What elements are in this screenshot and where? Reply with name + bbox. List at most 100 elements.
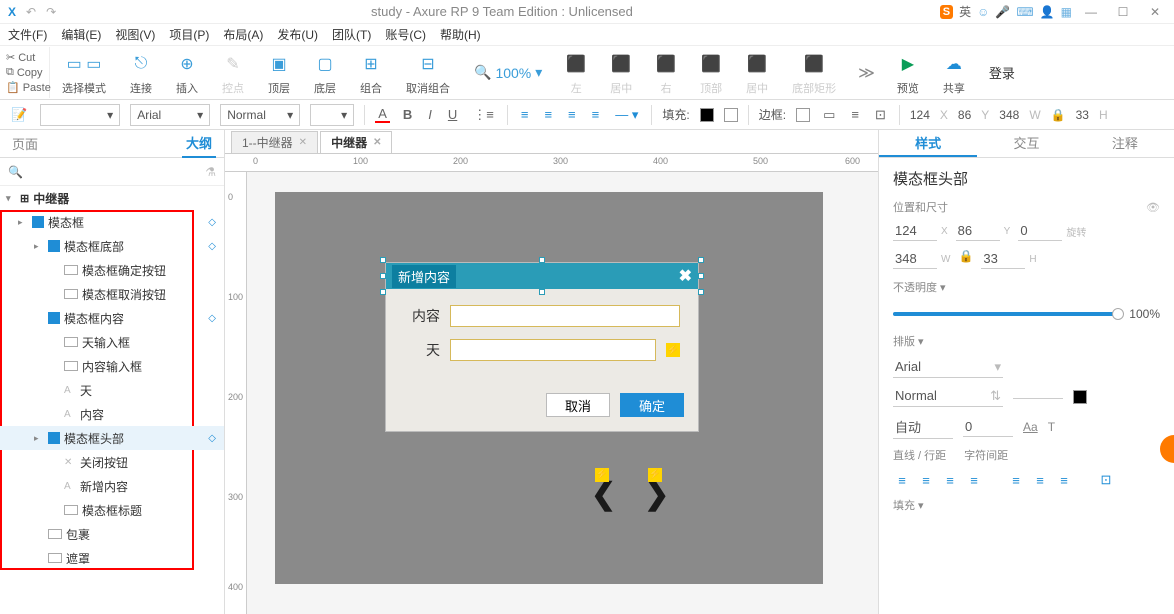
ribbon-more-icon[interactable]: ≫: [848, 63, 885, 83]
menu-edit[interactable]: 编辑(E): [61, 26, 101, 43]
ta-left-icon[interactable]: ≡: [893, 473, 911, 487]
modal-close-icon[interactable]: ✖: [679, 266, 692, 286]
outline-item[interactable]: 模态框取消按钮: [0, 282, 224, 306]
outline-item[interactable]: ▸模态框头部◇: [0, 426, 224, 450]
send-back-icon[interactable]: ▢: [317, 50, 332, 78]
undo-icon[interactable]: ↶: [26, 5, 36, 19]
visibility-icon[interactable]: 👁: [1146, 201, 1160, 214]
outline-item[interactable]: 模态框确定按钮: [0, 258, 224, 282]
ta-justify-icon[interactable]: ≡: [965, 473, 983, 487]
share-icon[interactable]: ☁: [946, 50, 962, 78]
insert-icon[interactable]: ⊕: [180, 50, 193, 78]
outline-item[interactable]: 天输入框: [0, 330, 224, 354]
group-icon[interactable]: ⊞: [364, 50, 377, 78]
ime-apps-icon[interactable]: ▦: [1061, 5, 1072, 19]
outline-search-input[interactable]: [31, 165, 197, 179]
modal-header[interactable]: 新增内容 ✖: [386, 263, 698, 289]
outline-root[interactable]: ▾⊞ 中继器: [0, 186, 224, 210]
ime-emoji-icon[interactable]: ☺: [977, 5, 989, 19]
ta-right-icon[interactable]: ≡: [941, 473, 959, 487]
border-width-icon[interactable]: ▭: [820, 107, 838, 123]
menu-project[interactable]: 项目(P): [169, 26, 209, 43]
outline-item[interactable]: 遮罩: [0, 546, 224, 570]
ok-button[interactable]: 确定: [620, 393, 684, 417]
border-swatch[interactable]: [796, 108, 810, 122]
lock-aspect-icon[interactable]: 🔒: [958, 249, 973, 269]
align-tr-icon[interactable]: ≡: [565, 107, 579, 122]
close-tab-icon[interactable]: ✕: [373, 137, 381, 148]
underline-icon[interactable]: U: [445, 107, 460, 122]
tab-interaction[interactable]: 交互: [977, 130, 1075, 157]
prop-rot[interactable]: 0: [1018, 221, 1062, 241]
tab-outline[interactable]: 大纲: [182, 129, 216, 158]
text-case-icon[interactable]: Aa: [1023, 420, 1038, 434]
font-size-select[interactable]: [1013, 394, 1063, 399]
maximize-button[interactable]: ☐: [1110, 3, 1136, 21]
close-window-button[interactable]: ✕: [1142, 3, 1168, 21]
tab-notes[interactable]: 注释: [1076, 130, 1174, 157]
outline-item[interactable]: ✕关闭按钮: [0, 450, 224, 474]
menu-account[interactable]: 账号(C): [385, 26, 426, 43]
bring-front-icon[interactable]: ▣: [271, 50, 286, 78]
font-color-icon[interactable]: A: [375, 106, 390, 123]
prop-x[interactable]: 124: [893, 221, 937, 241]
border-style-icon[interactable]: ≡: [848, 107, 862, 122]
fill-swatch[interactable]: [700, 108, 714, 122]
outline-item[interactable]: 内容输入框: [0, 354, 224, 378]
outline-item[interactable]: ▸模态框底部◇: [0, 234, 224, 258]
content-input[interactable]: [450, 305, 680, 327]
preview-icon[interactable]: ▶: [902, 50, 914, 78]
menu-file[interactable]: 文件(F): [8, 26, 47, 43]
filter-icon[interactable]: ⚗: [205, 165, 216, 179]
bold-icon[interactable]: B: [400, 107, 415, 122]
menu-help[interactable]: 帮助(H): [440, 26, 481, 43]
outline-item[interactable]: A新增内容: [0, 474, 224, 498]
opacity-value[interactable]: 100%: [1129, 307, 1160, 321]
size-select[interactable]: ▾: [310, 104, 354, 126]
border-side-icon[interactable]: ⊡: [872, 107, 889, 123]
prop-h[interactable]: 33: [981, 249, 1025, 269]
menu-view[interactable]: 视图(V): [115, 26, 155, 43]
outline-item[interactable]: 模态框内容◇: [0, 306, 224, 330]
ime-user-icon[interactable]: 👤: [1040, 5, 1055, 19]
fill-swatch-2[interactable]: [724, 108, 738, 122]
redo-icon[interactable]: ↷: [46, 5, 56, 19]
more-text-icon[interactable]: ⋮≡: [470, 107, 497, 123]
align-tl-icon[interactable]: ≡: [518, 107, 532, 122]
ime-badge[interactable]: S: [940, 5, 953, 19]
widget-style-select[interactable]: ▾: [40, 104, 120, 126]
font-weight-select[interactable]: Normal⇅: [893, 386, 1003, 407]
select-mode-icon[interactable]: ▭ ▭: [67, 50, 102, 78]
ime-lang[interactable]: 英: [959, 3, 971, 20]
next-chevron[interactable]: ⚡❯: [644, 480, 669, 510]
menu-team[interactable]: 团队(T): [332, 26, 371, 43]
ta-center-icon[interactable]: ≡: [917, 473, 935, 487]
letter-spacing-input[interactable]: 0: [963, 417, 1013, 437]
ime-kbd-icon[interactable]: ⌨: [1016, 5, 1033, 19]
outline-item[interactable]: 模态框标题: [0, 498, 224, 522]
login-button[interactable]: 登录: [977, 63, 1027, 82]
va-bot-icon[interactable]: ≡: [1055, 473, 1073, 487]
line-icon[interactable]: — ▾: [612, 107, 641, 123]
ungroup-icon[interactable]: ⊟: [421, 50, 434, 78]
paste-button[interactable]: 📋 Paste: [6, 81, 43, 94]
section-typography[interactable]: 排版 ▾: [893, 333, 1160, 349]
weight-select[interactable]: Normal▾: [220, 104, 300, 126]
day-input[interactable]: [450, 339, 656, 361]
outline-item[interactable]: 包裹: [0, 522, 224, 546]
prop-y[interactable]: 86: [956, 221, 1000, 241]
connect-icon[interactable]: ⎋: [135, 50, 148, 78]
modal-title-text[interactable]: 新增内容: [392, 265, 456, 288]
italic-icon[interactable]: I: [425, 107, 435, 122]
valign-icon[interactable]: ≡: [589, 107, 603, 122]
modal-widget[interactable]: 新增内容 ✖ 内容 天 ⚡: [385, 262, 699, 432]
doc-tab-2[interactable]: 中继器✕: [320, 131, 392, 153]
canvas[interactable]: 新增内容 ✖ 内容 天 ⚡: [247, 172, 878, 614]
doc-tab-1[interactable]: 1--中继器✕: [231, 131, 318, 153]
align-tc-icon[interactable]: ≡: [541, 107, 555, 122]
font-color-swatch[interactable]: [1073, 390, 1087, 404]
line-height-input[interactable]: 自动: [893, 415, 953, 439]
font-select[interactable]: Arial▾: [130, 104, 210, 126]
menu-layout[interactable]: 布局(A): [223, 26, 263, 43]
outline-item[interactable]: A内容: [0, 402, 224, 426]
